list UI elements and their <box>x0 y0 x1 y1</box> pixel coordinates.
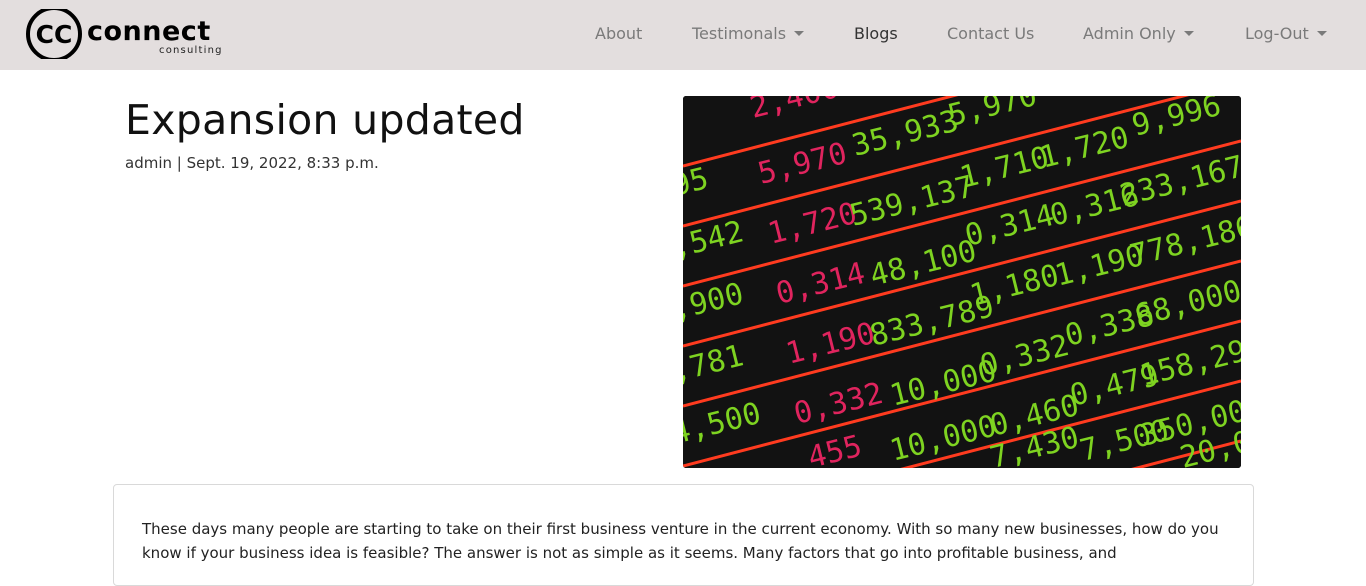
post-body-card: These days many people are starting to t… <box>113 484 1254 586</box>
nav-contact-label: Contact Us <box>947 24 1035 43</box>
nav-contact[interactable]: Contact Us <box>947 24 1034 44</box>
post-meta: admin | Sept. 19, 2022, 8:33 p.m. <box>125 154 379 172</box>
top-navbar: CC connect consulting About Testimonals … <box>0 0 1366 70</box>
chevron-down-icon <box>794 30 805 36</box>
brand-subtitle: consulting <box>159 45 223 56</box>
chevron-down-icon <box>1183 30 1194 36</box>
nav-logout-dropdown[interactable]: Log-Out <box>1245 24 1327 44</box>
nav-admin-dropdown[interactable]: Admin Only <box>1083 24 1194 44</box>
nav-blogs[interactable]: Blogs <box>854 24 898 44</box>
nav-about-label: About <box>595 24 643 43</box>
post-image-stock-board: 2,400 5,970 1,720 0,314 1,190 0,332 455 95,542,… <box>683 96 1241 468</box>
cc-logo-icon: CC <box>26 9 82 59</box>
nav-blogs-label: Blogs <box>854 24 898 43</box>
post-body-text: These days many people are starting to t… <box>142 520 1219 562</box>
nav-about[interactable]: About <box>595 24 642 44</box>
brand-name: connect <box>87 16 211 47</box>
nav-testimonials-dropdown[interactable]: Testimonals <box>692 24 805 44</box>
stock-ticker-board-image: 2,4005,9701,7200,3141,1900,33245595,542,… <box>683 96 1241 468</box>
svg-text:CC: CC <box>36 20 73 49</box>
brand-logo[interactable]: CC connect consulting <box>25 9 230 61</box>
nav-admin-label: Admin Only <box>1083 24 1176 43</box>
post-title: Expansion updated <box>125 96 525 144</box>
nav-logout-label: Log-Out <box>1245 24 1309 43</box>
nav-testimonials-label: Testimonals <box>692 24 787 43</box>
chevron-down-icon <box>1316 30 1327 36</box>
